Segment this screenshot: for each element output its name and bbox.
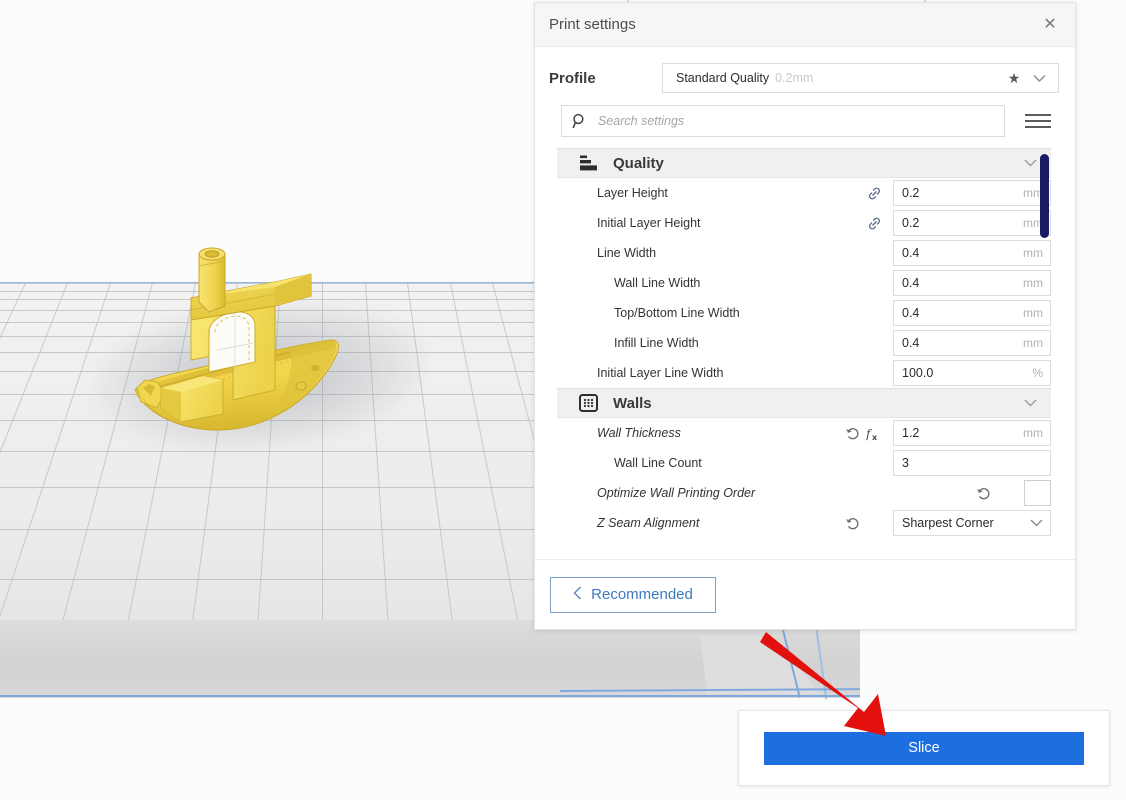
setting-label: Top/Bottom Line Width xyxy=(614,306,740,320)
setting-label: Optimize Wall Printing Order xyxy=(597,486,756,500)
recommended-label: Recommended xyxy=(591,586,693,603)
setting-value: 0.4 xyxy=(902,336,920,350)
chevron-down-icon[interactable] xyxy=(1024,396,1037,410)
svg-text:x: x xyxy=(872,433,878,441)
setting-dropdown[interactable]: Sharpest Corner xyxy=(893,510,1051,536)
profile-subvalue: 0.2mm xyxy=(775,71,814,85)
star-icon[interactable]: ★ xyxy=(1002,70,1026,87)
category-header-walls[interactable]: Walls xyxy=(557,388,1051,418)
setting-value: 0.4 xyxy=(902,276,920,290)
search-box[interactable] xyxy=(561,105,1005,137)
slice-panel[interactable]: Slice xyxy=(738,710,1110,786)
category-header-quality[interactable]: Quality xyxy=(557,148,1051,178)
setting-label: Layer Height xyxy=(597,186,668,200)
category-title: Quality xyxy=(613,154,664,172)
setting-value-field[interactable]: 100.0 % xyxy=(893,360,1051,386)
recommended-button[interactable]: Recommended xyxy=(550,576,716,613)
setting-row[interactable]: Layer Height 0.2 mm xyxy=(557,178,1051,208)
slice-button[interactable]: Slice xyxy=(764,731,1084,765)
setting-label: Wall Line Width xyxy=(614,276,701,290)
setting-value-field[interactable]: 0.4 mm xyxy=(893,240,1051,266)
setting-value: 0.2 xyxy=(902,186,920,200)
setting-value: 3 xyxy=(902,456,909,470)
setting-row[interactable]: Wall Line Count 3 xyxy=(557,448,1051,478)
settings-scrollbar[interactable] xyxy=(1040,150,1049,548)
profile-value: Standard Quality xyxy=(676,71,770,85)
setting-value-field[interactable]: 0.4 mm xyxy=(893,270,1051,296)
setting-row[interactable]: Wall Thickness fx 1.2 mm xyxy=(557,418,1051,448)
setting-label: Line Width xyxy=(597,246,657,260)
search-input[interactable] xyxy=(596,113,994,129)
setting-row[interactable]: Initial Layer Line Width 100.0 % xyxy=(557,358,1051,388)
setting-row[interactable]: Initial Layer Height 0.2 mm xyxy=(557,208,1051,238)
setting-value: 0.4 xyxy=(902,306,920,320)
panel-title: Print settings xyxy=(549,16,636,33)
setting-row[interactable]: Infill Line Width 0.4 mm xyxy=(557,328,1051,358)
setting-row[interactable]: Line Width 0.4 mm xyxy=(557,238,1051,268)
setting-row[interactable]: Wall Line Width 0.4 mm xyxy=(557,268,1051,298)
print-settings-footer: Recommended xyxy=(535,559,1075,629)
profile-label: Profile xyxy=(549,69,596,87)
profile-selector[interactable]: Standard Quality 0.2mm ★ xyxy=(662,63,1059,93)
close-icon[interactable]: ✕ xyxy=(1039,14,1061,36)
setting-row[interactable]: Optimize Wall Printing Order xyxy=(557,478,1051,508)
benchy-3d-model[interactable] xyxy=(85,240,375,450)
search-icon xyxy=(572,113,592,129)
hamburger-menu-icon[interactable] xyxy=(1005,114,1059,128)
setting-value-field[interactable]: 3 xyxy=(893,450,1051,476)
setting-value-field[interactable]: 0.4 mm xyxy=(893,300,1051,326)
setting-label: Wall Line Count xyxy=(614,456,702,470)
setting-label: Wall Thickness xyxy=(597,426,681,440)
print-settings-panel[interactable]: Print settings ✕ Profile Standard Qualit… xyxy=(534,2,1076,630)
fx-formula-icon[interactable]: fx xyxy=(863,426,885,441)
setting-value: 100.0 xyxy=(902,366,934,380)
setting-row[interactable]: Top/Bottom Line Width 0.4 mm xyxy=(557,298,1051,328)
chevron-down-icon[interactable] xyxy=(1024,156,1037,170)
setting-value: 0.2 xyxy=(902,216,920,230)
setting-value: Sharpest Corner xyxy=(902,516,994,530)
setting-label: Initial Layer Height xyxy=(597,216,701,230)
setting-row[interactable]: Z Seam Alignment Sharpest Corner xyxy=(557,508,1051,538)
setting-label: Initial Layer Line Width xyxy=(597,366,724,380)
setting-label: Z Seam Alignment xyxy=(597,516,700,530)
category-title: Walls xyxy=(613,394,652,412)
setting-value-field[interactable]: 0.2 mm xyxy=(893,210,1051,236)
setting-value-field[interactable]: 0.2 mm xyxy=(893,180,1051,206)
print-settings-header: Print settings ✕ xyxy=(535,3,1075,47)
settings-scrollbar-thumb[interactable] xyxy=(1040,154,1049,238)
chevron-left-icon xyxy=(573,586,582,604)
setting-label: Infill Line Width xyxy=(614,336,699,350)
settings-list[interactable]: Quality Layer Height 0.2 mm Initial Laye… xyxy=(535,148,1075,548)
setting-value-field[interactable]: 0.4 mm xyxy=(893,330,1051,356)
revert-icon[interactable] xyxy=(841,516,863,531)
revert-icon[interactable] xyxy=(841,426,863,441)
setting-value: 0.4 xyxy=(902,246,920,260)
chevron-down-icon[interactable] xyxy=(1026,74,1052,83)
profile-row: Profile Standard Quality 0.2mm ★ xyxy=(535,47,1075,93)
link-icon[interactable] xyxy=(863,216,885,231)
layers-icon xyxy=(579,155,607,172)
wall-grid-icon xyxy=(579,394,607,412)
build-plate-near-edge xyxy=(0,695,860,697)
setting-value-field[interactable]: 1.2 mm xyxy=(893,420,1051,446)
search-row xyxy=(535,93,1075,137)
link-icon[interactable] xyxy=(863,186,885,201)
revert-icon[interactable] xyxy=(972,486,994,501)
setting-value: 1.2 xyxy=(902,426,920,440)
